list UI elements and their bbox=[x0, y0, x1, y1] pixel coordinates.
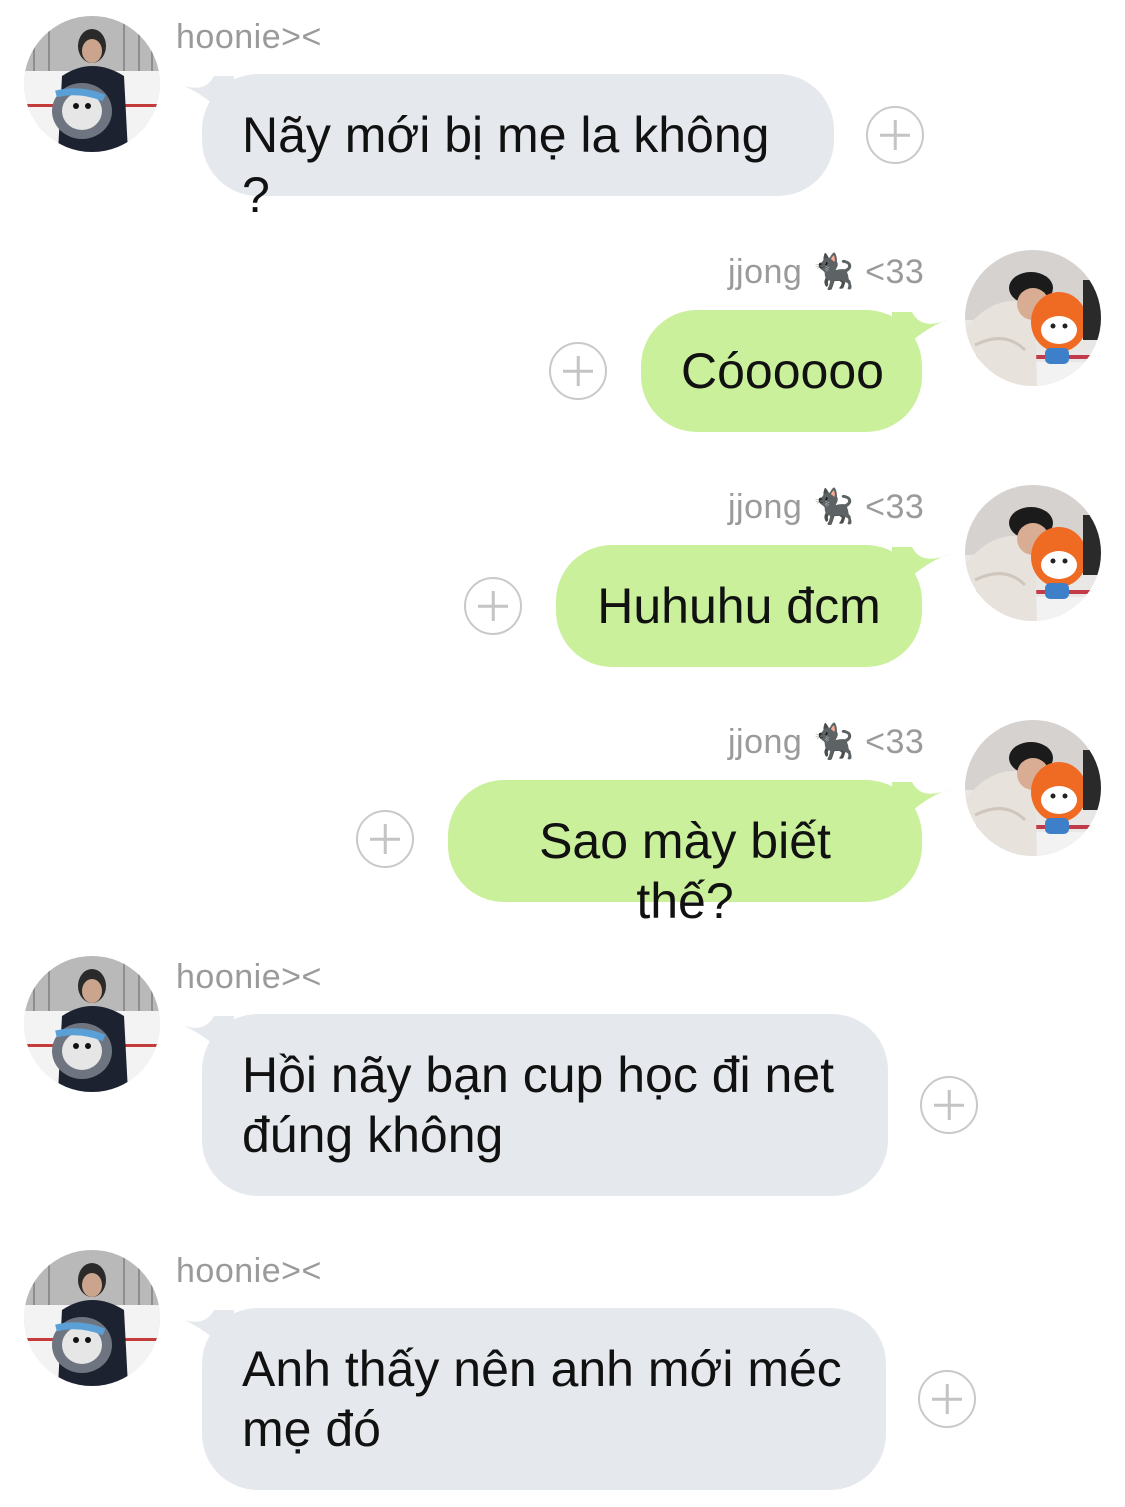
avatar-jjong[interactable] bbox=[965, 485, 1101, 621]
message-row-outgoing: jjong 🐈‍⬛ <33 Sao mày biết thế? bbox=[0, 700, 1125, 929]
avatar-jjong[interactable] bbox=[965, 250, 1101, 386]
avatar-jjong[interactable] bbox=[965, 720, 1101, 856]
sender-name: hoonie>< bbox=[176, 1252, 322, 1290]
avatar-hoonie[interactable] bbox=[24, 16, 160, 152]
message-row-outgoing: jjong 🐈‍⬛ <33 Cóooooo bbox=[0, 230, 1125, 450]
sender-name: hoonie>< bbox=[176, 18, 322, 56]
sender-name: jjong 🐈‍⬛ <33 bbox=[728, 252, 925, 292]
sender-name: hoonie>< bbox=[176, 958, 322, 996]
add-reaction-icon[interactable] bbox=[549, 342, 607, 400]
add-reaction-icon[interactable] bbox=[464, 577, 522, 635]
message-bubble[interactable]: Anh thấy nên anh mới méc mẹ đó bbox=[202, 1308, 886, 1490]
black-cat-icon: 🐈‍⬛ bbox=[812, 487, 856, 527]
avatar-hoonie[interactable] bbox=[24, 956, 160, 1092]
message-row-incoming: hoonie>< Hồi nãy bạn cup học đi net đúng… bbox=[0, 940, 1125, 1210]
message-row-outgoing: jjong 🐈‍⬛ <33 Huhuhu đcm bbox=[0, 465, 1125, 685]
add-reaction-icon[interactable] bbox=[918, 1370, 976, 1428]
message-bubble[interactable]: Huhuhu đcm bbox=[556, 545, 922, 667]
message-row-incoming: hoonie>< Nãy mới bị mẹ la không ? bbox=[0, 0, 1125, 223]
message-bubble[interactable]: Cóooooo bbox=[641, 310, 922, 432]
message-bubble[interactable]: Nãy mới bị mẹ la không ? bbox=[202, 74, 834, 223]
message-bubble[interactable]: Hồi nãy bạn cup học đi net đúng không bbox=[202, 1014, 888, 1196]
black-cat-icon: 🐈‍⬛ bbox=[812, 252, 856, 292]
message-bubble[interactable]: Sao mày biết thế? bbox=[448, 780, 922, 929]
add-reaction-icon[interactable] bbox=[920, 1076, 978, 1134]
add-reaction-icon[interactable] bbox=[356, 810, 414, 868]
message-row-incoming: hoonie>< Anh thấy nên anh mới méc mẹ đó bbox=[0, 1234, 1125, 1507]
add-reaction-icon[interactable] bbox=[866, 106, 924, 164]
sender-name: jjong 🐈‍⬛ <33 bbox=[728, 487, 925, 527]
black-cat-icon: 🐈‍⬛ bbox=[812, 722, 856, 762]
sender-name: jjong 🐈‍⬛ <33 bbox=[728, 722, 925, 762]
avatar-hoonie[interactable] bbox=[24, 1250, 160, 1386]
